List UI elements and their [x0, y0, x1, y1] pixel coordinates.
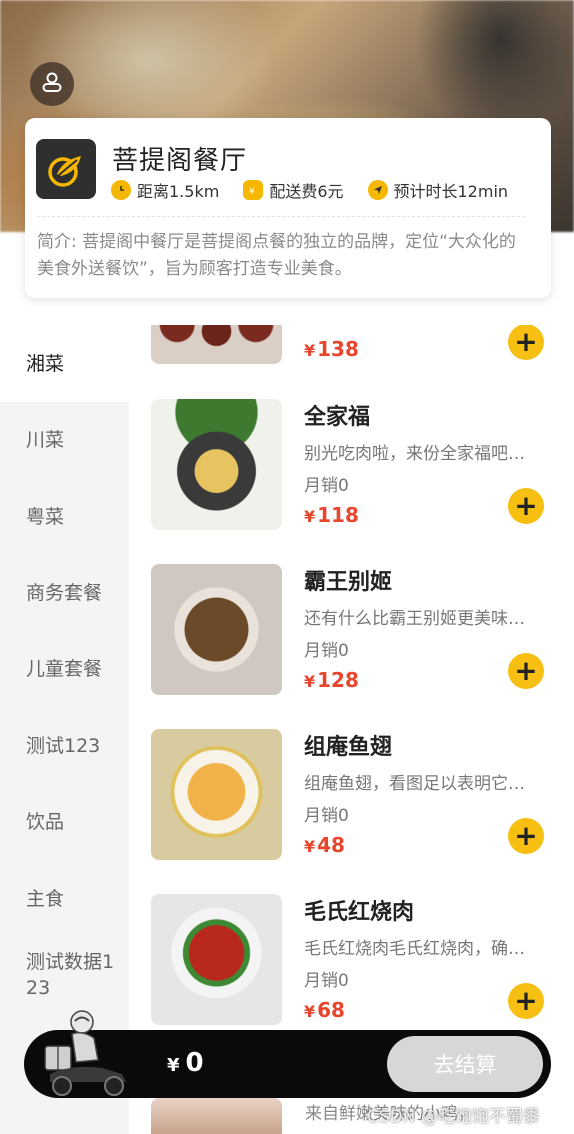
add-to-cart-button[interactable]: +	[508, 325, 544, 360]
food-item[interactable]: 毛氏红烧肉 毛氏红烧肉毛氏红烧肉，确定不来一份？ 月销0 ¥68 +	[151, 894, 551, 1025]
add-to-cart-button[interactable]: +	[508, 653, 544, 689]
shop-logo-icon	[48, 156, 81, 187]
shop-logo	[36, 139, 96, 199]
food-image	[151, 1098, 282, 1134]
checkout-button[interactable]: 去结算	[387, 1036, 543, 1092]
card-divider	[37, 216, 525, 217]
category-item[interactable]: 川菜	[0, 401, 129, 478]
delivery-fee-text: 配送费6元	[269, 182, 344, 201]
clock-icon	[111, 180, 131, 200]
svg-text:¥: ¥	[249, 187, 255, 196]
food-price: ¥48	[304, 833, 345, 857]
shop-name: 菩提阁餐厅	[112, 146, 248, 176]
food-name: 霸王别姬	[304, 570, 393, 595]
category-item[interactable]: 儿童套餐	[0, 630, 129, 707]
user-icon	[40, 70, 64, 98]
add-to-cart-button[interactable]: +	[508, 818, 544, 854]
food-item[interactable]: 组庵鱼翅 组庵鱼翅，看图足以表明它的美味 月销0 ¥48 +	[151, 729, 551, 860]
food-image	[151, 894, 282, 1025]
food-sales: 月销0	[304, 806, 349, 826]
food-sales: 月销0	[304, 971, 349, 991]
delivery-rider-icon	[42, 1008, 134, 1100]
user-button[interactable]	[30, 62, 74, 106]
food-sales: 月销0	[304, 476, 349, 496]
add-to-cart-button[interactable]: +	[508, 488, 544, 524]
food-item[interactable]: 霸王别姬 还有什么比霸王别姬更美味的吗？ 月销0 ¥128 +	[151, 564, 551, 695]
category-item[interactable]: 饮品	[0, 783, 129, 860]
food-price: ¥118	[304, 503, 359, 527]
money-bag-icon: ¥	[243, 180, 264, 200]
food-desc: 别光吃肉啦，来份全家福吧，让你长寿又美美哒	[304, 444, 529, 464]
add-to-cart-button[interactable]: +	[508, 983, 544, 1019]
category-item[interactable]: 测试123	[0, 707, 129, 784]
watermark: CSDN @吃饱饱不蜀黍	[367, 1107, 540, 1127]
food-image	[151, 564, 282, 695]
shop-info-card: 菩提阁餐厅 距离1.5km ¥ 配送费6元 预计时长12min 简介: 菩提阁中…	[25, 118, 551, 298]
food-desc: 毛氏红烧肉毛氏红烧肉，确定不来一份？	[304, 939, 529, 959]
food-name: 毛氏红烧肉	[304, 900, 415, 925]
location-arrow-icon	[367, 180, 388, 200]
distance-text: 距离1.5km	[137, 182, 220, 201]
food-item[interactable]: 全家福 别光吃肉啦，来份全家福吧，让你长寿又美美哒 月销0 ¥118 +	[151, 399, 551, 530]
food-desc: 组庵鱼翅，看图足以表明它的美味	[304, 774, 529, 794]
shop-intro: 简介: 菩提阁中餐厅是菩提阁点餐的独立的品牌，定位“大众化的美食外送餐饮”，旨为…	[37, 232, 516, 279]
delivery-time-text: 预计时长12min	[393, 182, 509, 201]
food-price: ¥68	[304, 998, 345, 1022]
cart-total: ¥0	[167, 1048, 204, 1078]
category-item[interactable]: 主食	[0, 860, 129, 937]
category-item[interactable]: 湘菜	[0, 325, 129, 402]
category-item[interactable]: 粤菜	[0, 478, 129, 555]
food-name: 全家福	[304, 405, 371, 430]
category-item[interactable]: 测试数据123	[0, 936, 129, 1013]
food-sales: 月销0	[304, 641, 349, 661]
food-name: 组庵鱼翅	[304, 735, 393, 760]
fee-info: ¥ 配送费6元	[243, 178, 344, 202]
shop-meta: 距离1.5km ¥ 配送费6元 预计时长12min	[111, 178, 508, 202]
category-item[interactable]: 商务套餐	[0, 554, 129, 631]
food-price: ¥128	[304, 668, 359, 692]
food-image	[151, 399, 282, 530]
time-info: 预计时长12min	[367, 178, 509, 202]
food-desc: 还有什么比霸王别姬更美味的吗？	[304, 609, 529, 629]
distance-info: 距离1.5km	[111, 178, 219, 202]
food-image	[151, 729, 282, 860]
food-price: ¥138	[304, 337, 359, 361]
